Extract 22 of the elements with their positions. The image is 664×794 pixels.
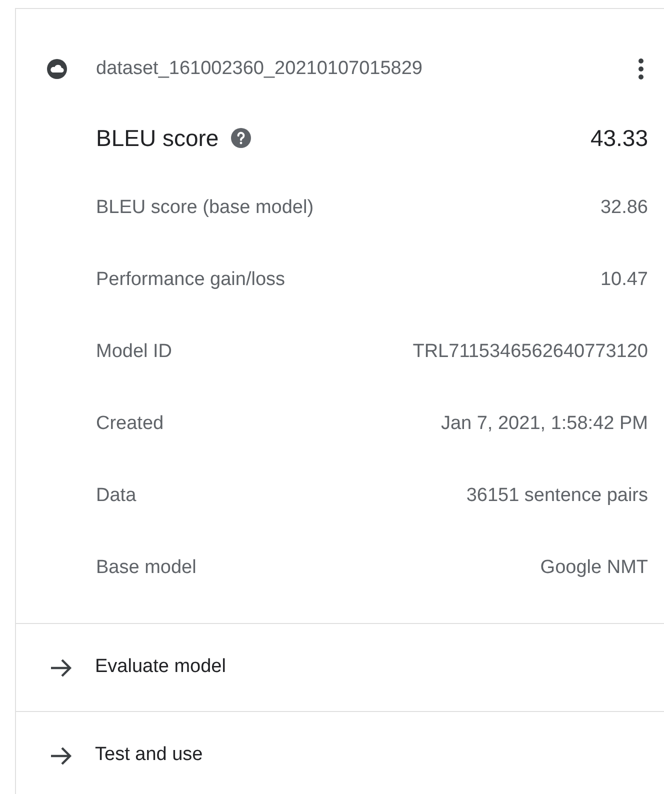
- metric-label: BLEU score: [96, 124, 219, 153]
- metric-label: BLEU score (base model): [96, 196, 314, 220]
- action-link[interactable]: Evaluate model: [16, 623, 664, 711]
- metric-value: 36151 sentence pairs: [466, 484, 648, 508]
- arrow-right-icon: [50, 746, 72, 766]
- metric-label: Data: [96, 484, 136, 508]
- metric-value: 43.33: [590, 124, 648, 153]
- action-link[interactable]: Test and use: [16, 711, 664, 794]
- metric-value: 32.86: [600, 196, 648, 220]
- metric-value: TRL7115346562640773120: [412, 340, 648, 364]
- metric-label: Created: [96, 412, 164, 436]
- metric-value: 10.47: [600, 268, 648, 292]
- metric-label: Model ID: [96, 340, 172, 364]
- cloud-icon: [46, 58, 68, 80]
- help-icon[interactable]: [230, 128, 251, 148]
- more-vertical-icon[interactable]: [638, 57, 644, 81]
- metric-label: Performance gain/loss: [96, 268, 286, 292]
- metric-value: Jan 7, 2021, 1:58:42 PM: [440, 412, 648, 436]
- metric-value: Google NMT: [540, 556, 648, 580]
- dataset-title: dataset_161002360_20210107015829: [96, 56, 424, 81]
- arrow-right-icon: [50, 658, 72, 678]
- metric-label: Base model: [96, 556, 196, 580]
